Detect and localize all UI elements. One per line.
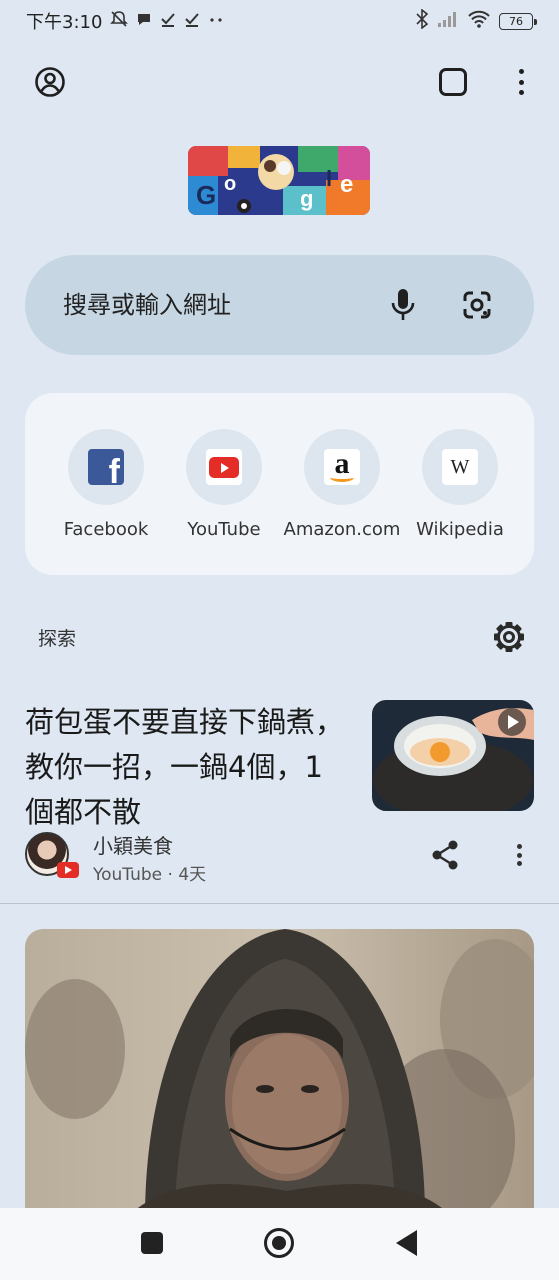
check-icon bbox=[160, 11, 176, 31]
shortcut-label[interactable]: Facebook bbox=[47, 519, 165, 540]
amazon-logo-icon: a bbox=[324, 449, 360, 485]
check-icon bbox=[184, 11, 200, 31]
shortcut-amazon[interactable]: a Amazon.com bbox=[283, 429, 401, 540]
status-bar: 下午3:10 76 bbox=[0, 0, 559, 42]
search-placeholder[interactable]: 搜尋或輸入網址 bbox=[63, 285, 231, 320]
youtube-logo-icon bbox=[206, 449, 242, 485]
status-time: 下午3:10 bbox=[26, 12, 103, 33]
article-thumbnail[interactable] bbox=[372, 700, 534, 811]
source-meta: YouTube · 4天 bbox=[93, 865, 207, 885]
chat-bubble-icon bbox=[136, 11, 152, 31]
article-more-button[interactable] bbox=[513, 842, 525, 868]
svg-text:e: e bbox=[340, 171, 353, 198]
feed-card-image[interactable] bbox=[25, 929, 534, 1219]
svg-text:G: G bbox=[196, 180, 216, 210]
dot-icon bbox=[516, 861, 522, 866]
shortcut-youtube[interactable]: YouTube bbox=[165, 429, 283, 540]
recent-apps-button[interactable] bbox=[141, 1232, 163, 1254]
signal-icon bbox=[437, 10, 459, 32]
article-title[interactable]: 荷包蛋不要直接下鍋煮，教你一招，一鍋4個，1個都不散 bbox=[25, 700, 345, 835]
toolbar bbox=[0, 60, 559, 104]
dot-icon bbox=[516, 852, 522, 858]
svg-text:g: g bbox=[300, 186, 313, 211]
more-options-button[interactable] bbox=[510, 66, 532, 98]
youtube-badge-icon bbox=[57, 862, 79, 878]
share-icon[interactable] bbox=[431, 840, 459, 870]
search-box[interactable]: 搜尋或輸入網址 bbox=[25, 255, 534, 355]
tab-switcher-button[interactable] bbox=[439, 68, 467, 96]
battery-indicator: 76 bbox=[499, 12, 537, 30]
dot-icon bbox=[518, 90, 524, 95]
shortcut-circle[interactable] bbox=[186, 429, 262, 505]
google-doodle[interactable]: G o g l e bbox=[188, 146, 370, 215]
mute-bell-icon bbox=[110, 10, 129, 32]
shortcut-wikipedia[interactable]: W Wikipedia bbox=[401, 429, 519, 540]
divider bbox=[0, 903, 559, 904]
home-button[interactable] bbox=[264, 1228, 294, 1258]
shortcut-label[interactable]: YouTube bbox=[165, 519, 283, 540]
dot-icon bbox=[518, 69, 524, 74]
back-button[interactable] bbox=[396, 1230, 417, 1256]
svg-text:l: l bbox=[326, 166, 332, 191]
dot-icon bbox=[518, 79, 524, 85]
facebook-logo-icon: f bbox=[88, 449, 124, 485]
shortcut-circle[interactable]: a bbox=[304, 429, 380, 505]
shortcut-circle[interactable]: W bbox=[422, 429, 498, 505]
shortcut-facebook[interactable]: f Facebook bbox=[47, 429, 165, 540]
gear-icon[interactable] bbox=[492, 620, 526, 654]
more-notifications-icon bbox=[208, 11, 224, 31]
microphone-icon[interactable] bbox=[388, 287, 418, 323]
svg-text:o: o bbox=[224, 173, 236, 195]
shortcut-label[interactable]: Wikipedia bbox=[401, 519, 519, 540]
status-left: 下午3:10 bbox=[26, 8, 224, 34]
bluetooth-icon bbox=[415, 8, 429, 33]
wifi-icon bbox=[467, 10, 491, 32]
source-name: 小穎美食 bbox=[93, 834, 173, 858]
play-icon bbox=[498, 708, 526, 736]
system-nav-bar bbox=[0, 1208, 559, 1280]
discover-title: 探索 bbox=[38, 628, 77, 650]
wikipedia-logo-icon: W bbox=[442, 449, 478, 485]
status-right: 76 bbox=[415, 8, 537, 33]
shortcut-label[interactable]: Amazon.com bbox=[283, 519, 401, 540]
shortcut-circle[interactable]: f bbox=[68, 429, 144, 505]
shortcuts-panel: f Facebook YouTube a Amazon.com W Wikipe… bbox=[25, 393, 534, 575]
account-icon[interactable] bbox=[34, 66, 66, 98]
google-lens-icon[interactable] bbox=[461, 289, 493, 321]
dot-icon bbox=[516, 844, 522, 849]
